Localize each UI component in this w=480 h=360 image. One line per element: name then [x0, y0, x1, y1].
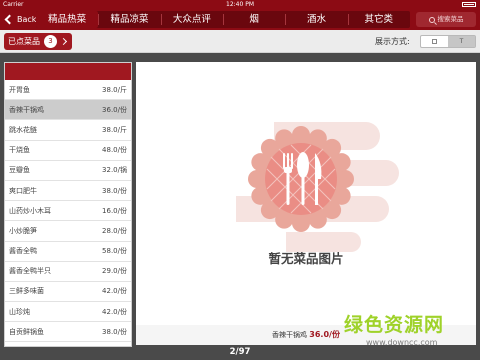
back-label: Back: [17, 15, 37, 24]
dish-price: 36.0/份: [102, 105, 127, 114]
plate-badge-icon: [248, 126, 354, 232]
dish-name: 山珍炖: [9, 307, 30, 316]
ordered-dishes-label: 已点菜品: [8, 37, 40, 46]
display-mode-label: 展示方式:: [375, 37, 410, 46]
dish-name: 开胃鱼: [9, 85, 30, 94]
dish-price: 38.0/斤: [102, 85, 127, 94]
category-tabs: 精品热菜 精品凉菜 大众点评 烟 酒水 其它类: [36, 11, 410, 28]
dish-name: 酱香全鸭: [9, 247, 37, 256]
chevron-left-icon: [4, 14, 15, 25]
caption-dish-name: 香辣干锅鸡: [272, 331, 308, 339]
dish-price: 42.0/份: [102, 307, 127, 316]
dish-row[interactable]: 酱香全鸭半只 29.0/份: [5, 262, 131, 282]
ordered-count-badge: 3: [44, 35, 57, 48]
dish-row[interactable]: 酱香全鸭 58.0/份: [5, 242, 131, 262]
dish-row[interactable]: 跳水花鲢 38.0/斤: [5, 120, 131, 141]
dish-price: 58.0/份: [102, 247, 127, 256]
dish-list-header: [5, 63, 131, 80]
watermark-text: 绿色资源网: [344, 314, 445, 336]
tab-drinks[interactable]: 酒水: [285, 11, 347, 28]
dish-detail-panel: 暂无菜品图片 香辣干锅鸡 36.0/份: [136, 62, 476, 345]
dish-price: 29.0/份: [102, 267, 127, 276]
dish-row[interactable]: 小炒脆笋 28.0/份: [5, 221, 131, 242]
dish-name: 香辣干锅鸡: [9, 105, 44, 114]
dish-row[interactable]: 香辣干锅鸡 36.0/份: [5, 100, 131, 121]
display-mode-toggle: T: [420, 35, 476, 48]
dish-price: 16.0/份: [102, 206, 127, 215]
clock: 12:40 PM: [226, 1, 254, 8]
dish-name: 豆瓣鱼: [9, 166, 30, 175]
chevron-right-icon: [59, 37, 68, 46]
no-image-illustration: [236, 122, 399, 252]
watermark: 绿色资源网 www.downcc.com: [344, 312, 474, 356]
status-bar: Carrier 12:40 PM: [0, 0, 480, 9]
search-button[interactable]: 搜索菜品: [416, 12, 476, 27]
dish-row[interactable]: 山珍炖 42.0/份: [5, 302, 131, 323]
display-mode-grid-option[interactable]: [421, 36, 448, 47]
back-button[interactable]: Back: [4, 12, 36, 27]
fork-knife-spoon-icon: [283, 152, 322, 205]
dish-name: 小炒脆笋: [9, 226, 37, 235]
dish-price: 48.0/份: [102, 146, 127, 155]
tab-popular[interactable]: 大众点评: [160, 11, 223, 28]
dish-name: 爽口肥牛: [9, 186, 37, 195]
dish-price: 32.0/锅: [102, 166, 127, 175]
tab-cigarettes[interactable]: 烟: [222, 11, 285, 28]
dish-row[interactable]: 自贡鲜锅鱼 38.0/份: [5, 322, 131, 343]
dish-price: 38.0/份: [102, 186, 127, 195]
top-nav: Back 精品热菜 精品凉菜 大众点评 烟 酒水 其它类 搜索菜品: [0, 9, 480, 30]
dish-row[interactable]: 开胃鱼 38.0/斤: [5, 80, 131, 101]
dish-price: 42.0/份: [102, 287, 127, 296]
dish-row[interactable]: 爽口肥牛 38.0/份: [5, 181, 131, 202]
dish-name: 山药炒小木耳: [9, 206, 51, 215]
tab-hot-dishes[interactable]: 精品热菜: [36, 11, 99, 28]
display-mode-text-glyph: T: [459, 38, 464, 45]
search-icon: [428, 16, 435, 23]
square-icon: [432, 39, 437, 44]
dish-name: 自贡鲜锅鱼: [9, 327, 44, 336]
dish-name: 干烧鱼: [9, 146, 30, 155]
dish-list: 开胃鱼 38.0/斤 香辣干锅鸡 36.0/份 跳水花鲢 38.0/斤 干烧鱼 48.0/份豆…: [4, 62, 132, 347]
dish-price: 38.0/斤: [102, 125, 127, 134]
ordered-dishes-button[interactable]: 已点菜品 3: [4, 33, 72, 50]
watermark-url: www.downcc.com: [366, 338, 438, 347]
no-image-text: 暂无菜品图片: [268, 251, 344, 266]
dish-price: 38.0/份: [102, 327, 127, 336]
dish-row[interactable]: 干烧鱼 48.0/份: [5, 141, 131, 161]
tab-others[interactable]: 其它类: [347, 11, 410, 28]
dish-name: 酱香全鸭半只: [9, 267, 51, 276]
tab-cold-dishes[interactable]: 精品凉菜: [98, 11, 160, 28]
caption-dish-price: 36.0/份: [309, 330, 340, 339]
dish-name: 三鲜多味菌: [9, 287, 44, 296]
dish-row[interactable]: 三鲜多味菌 42.0/份: [5, 282, 131, 303]
dish-row[interactable]: 山药炒小木耳 16.0/份: [5, 201, 131, 222]
battery-icon: [462, 2, 476, 7]
search-placeholder: 搜索菜品: [437, 15, 464, 23]
dish-price: 28.0/份: [102, 226, 127, 235]
display-mode-text-option[interactable]: T: [448, 36, 475, 47]
toolbar: 已点菜品 3 展示方式: T: [0, 30, 480, 53]
dish-name: 跳水花鲢: [9, 125, 37, 134]
dish-row[interactable]: 豆瓣鱼 32.0/锅: [5, 161, 131, 181]
